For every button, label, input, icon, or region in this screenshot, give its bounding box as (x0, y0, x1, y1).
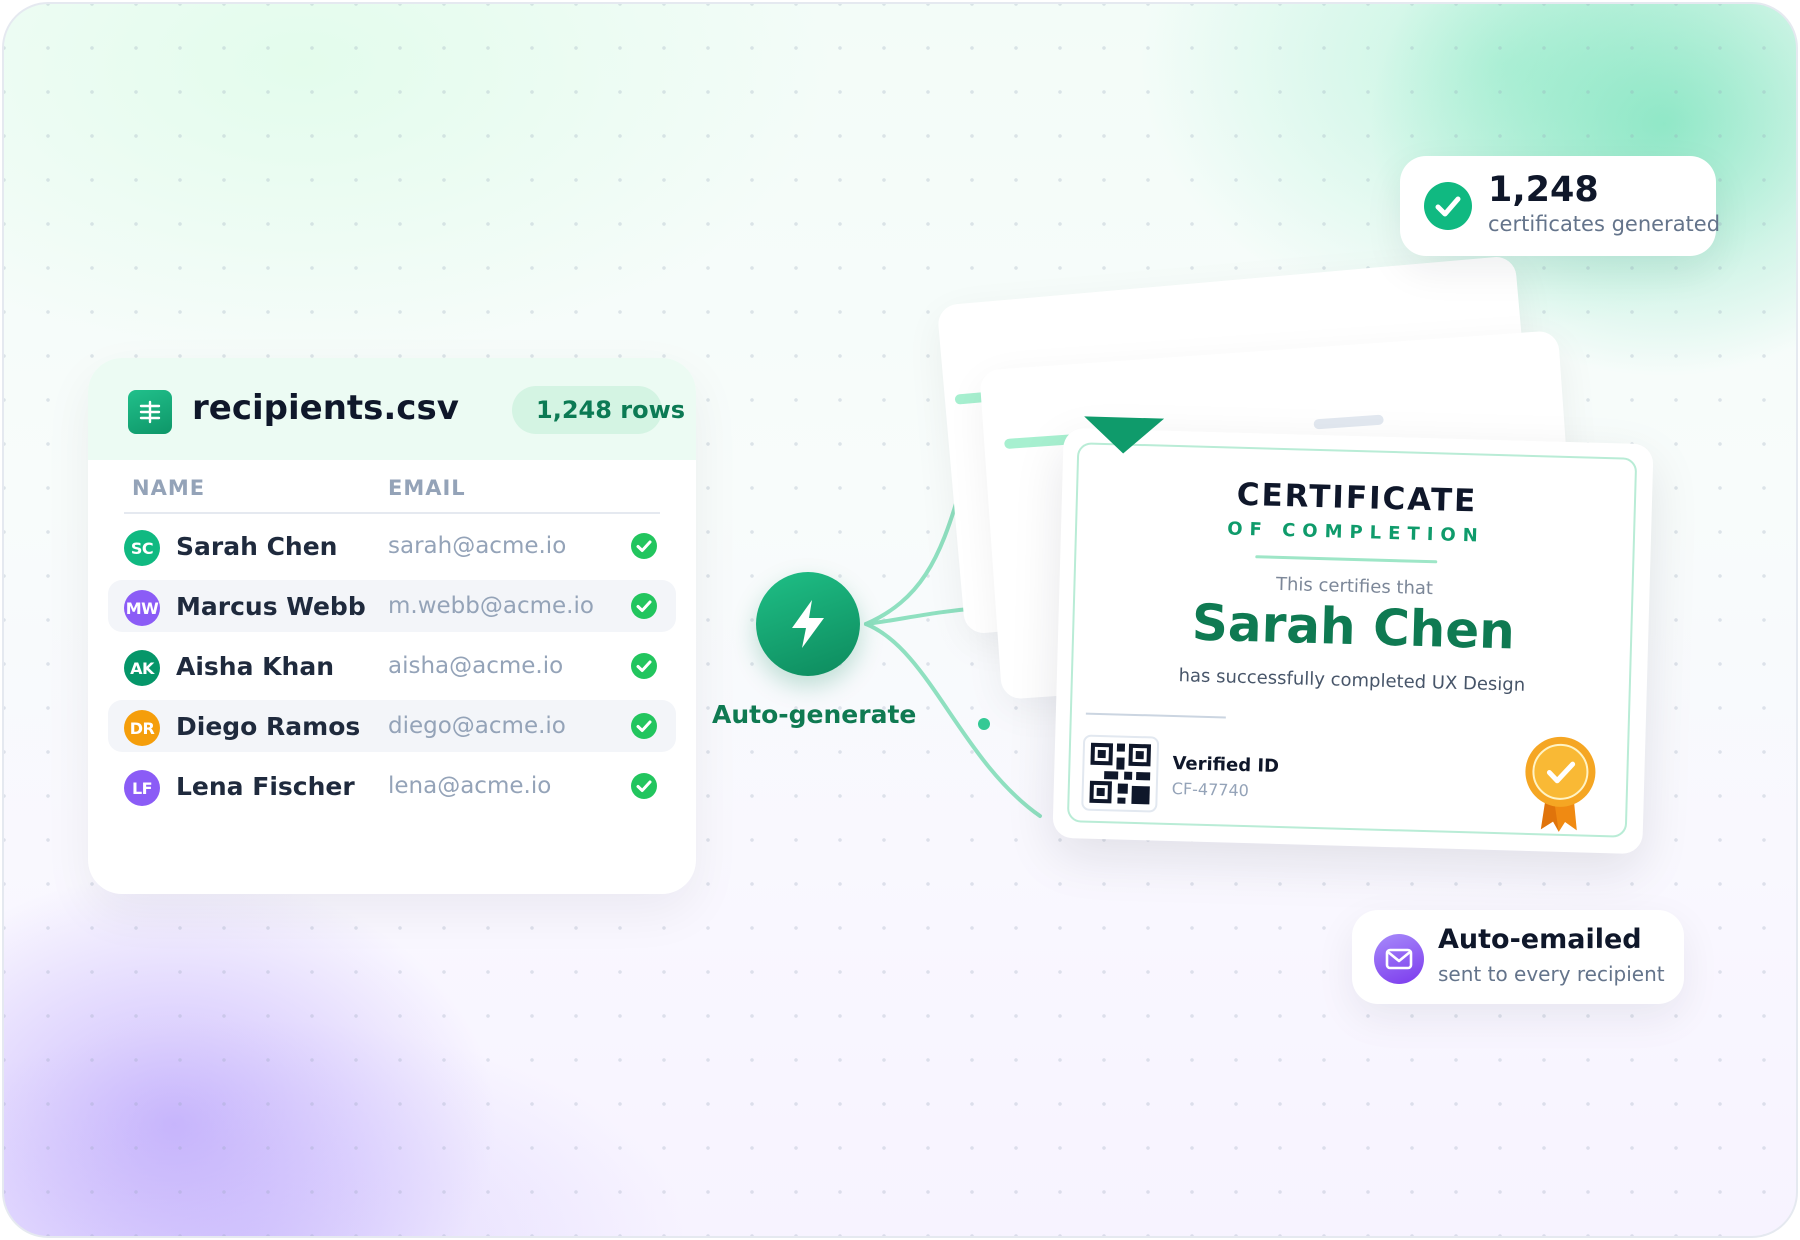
certificates-count: 1,248 (1488, 170, 1599, 210)
recipient-name: Aisha Khan (176, 652, 335, 681)
recipient-name: Diego Ramos (176, 712, 361, 741)
table-row[interactable]: DR Diego Ramos diego@acme.io (108, 700, 676, 752)
auto-generate-button[interactable] (756, 572, 860, 676)
recipient-email: aisha@acme.io (388, 653, 564, 679)
recipient-name: Marcus Webb (176, 592, 366, 621)
certificates-count-label: certificates generated (1488, 212, 1721, 236)
auto-emailed-subtitle: sent to every recipient (1438, 962, 1665, 986)
header-divider (124, 512, 660, 514)
table-row[interactable]: AK Aisha Khan aisha@acme.io (108, 640, 676, 692)
avatar: MW (124, 590, 160, 626)
auto-generate-label: Auto-generate (712, 700, 917, 729)
avatar: LF (124, 770, 160, 806)
recipient-email: sarah@acme.io (388, 533, 567, 559)
file-name: recipients.csv (192, 388, 459, 428)
spreadsheet-icon (128, 390, 172, 434)
check-circle-icon (1424, 182, 1472, 230)
table-row[interactable]: MW Marcus Webb m.webb@acme.io (108, 580, 676, 632)
qr-code-icon (1081, 734, 1160, 813)
lightning-bolt-icon (792, 600, 824, 648)
recipient-email: lena@acme.io (388, 773, 552, 799)
check-circle-icon (631, 653, 657, 679)
ribbon-corner (1083, 416, 1165, 455)
decorative-bar (1313, 414, 1384, 430)
certificates-generated-card: 1,248 certificates generated (1400, 156, 1720, 256)
column-header-name: NAME (132, 476, 206, 500)
csv-card-header: recipients.csv 1,248 rows (88, 358, 696, 460)
recipient-email: diego@acme.io (388, 713, 566, 739)
avatar: AK (124, 650, 160, 686)
award-seal-icon (1525, 736, 1596, 832)
avatar: SC (124, 530, 160, 566)
recipient-name: Sarah Chen (176, 532, 338, 561)
check-circle-icon (631, 773, 657, 799)
table-row[interactable]: SC Sarah Chen sarah@acme.io (108, 520, 676, 572)
check-circle-icon (631, 593, 657, 619)
check-circle-icon (631, 713, 657, 739)
recipient-name: Lena Fischer (176, 772, 355, 801)
auto-emailed-title: Auto-emailed (1438, 924, 1642, 955)
avatar: DR (124, 710, 160, 746)
recipient-email: m.webb@acme.io (388, 593, 594, 619)
column-header-email: EMAIL (388, 476, 466, 500)
envelope-icon (1374, 934, 1424, 984)
verified-id-value: CF-47740 (1171, 779, 1250, 801)
check-circle-icon (631, 533, 657, 559)
auto-emailed-card: Auto-emailed sent to every recipient (1352, 910, 1684, 1004)
rows-count-text: 1,248 rows (536, 396, 686, 424)
rows-count-badge: 1,248 rows (512, 386, 685, 434)
certificate-preview[interactable]: CERTIFICATE OF COMPLETION This certifies… (1052, 416, 1654, 855)
verified-id-label: Verified ID (1172, 753, 1280, 777)
table-row[interactable]: LF Lena Fischer lena@acme.io (108, 760, 676, 812)
